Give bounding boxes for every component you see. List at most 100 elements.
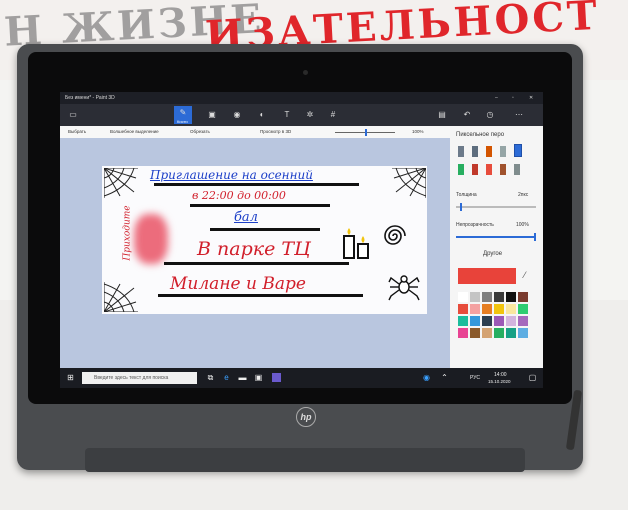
- camera-icon: [303, 70, 308, 75]
- select-button[interactable]: Выбрать: [68, 129, 86, 134]
- canvas-icon[interactable]: #: [326, 108, 340, 122]
- palette-swatch[interactable]: [482, 316, 492, 326]
- undo-icon[interactable]: ↶: [460, 108, 474, 122]
- pixel-pen-icon[interactable]: [514, 144, 522, 157]
- invitation-line-3: бал: [234, 210, 258, 225]
- palette-swatch[interactable]: [506, 328, 516, 338]
- blurred-photo: [134, 214, 168, 264]
- palette-swatch[interactable]: [506, 292, 516, 302]
- text-icon[interactable]: T: [280, 108, 294, 122]
- more-link[interactable]: Другое: [483, 251, 502, 257]
- palette-swatch[interactable]: [458, 316, 468, 326]
- more-icon[interactable]: ⋯: [512, 108, 526, 122]
- stickers-icon[interactable]: ◐: [255, 108, 269, 122]
- hp-logo: hp: [296, 407, 316, 427]
- palette-swatch[interactable]: [518, 316, 528, 326]
- volume-icon[interactable]: ⌃: [440, 373, 449, 382]
- paint3d-taskbar-icon[interactable]: [272, 373, 281, 382]
- thickness-slider[interactable]: [456, 206, 536, 208]
- crayon-icon[interactable]: [486, 164, 492, 175]
- clock-date[interactable]: 15.10.2020: [488, 379, 511, 384]
- underline-bar: [164, 262, 349, 265]
- palette-swatch[interactable]: [482, 292, 492, 302]
- underline-bar: [158, 294, 363, 297]
- invitation-line-4: В парке ТЦ: [197, 238, 311, 260]
- palette-swatch[interactable]: [470, 328, 480, 338]
- fill-icon[interactable]: [514, 164, 520, 175]
- palette-swatch[interactable]: [506, 304, 516, 314]
- palette-swatch[interactable]: [470, 304, 480, 314]
- palette-swatch[interactable]: [494, 316, 504, 326]
- current-color-swatch[interactable]: [458, 268, 516, 284]
- brush-side-panel: Пиксельное перо Толщина 2пкс Непрозрачно…: [450, 126, 543, 368]
- palette-swatch[interactable]: [482, 304, 492, 314]
- palette-swatch[interactable]: [470, 316, 480, 326]
- palette-swatch[interactable]: [518, 328, 528, 338]
- palette-swatch[interactable]: [518, 292, 528, 302]
- opacity-slider-handle[interactable]: [534, 233, 536, 241]
- palette-swatch[interactable]: [470, 292, 480, 302]
- marker-brush-icon[interactable]: [458, 146, 464, 157]
- zoom-value: 100%: [412, 129, 424, 134]
- swirl-icon: [384, 225, 406, 245]
- invitation-line-2: в 22:00 до 00:00: [192, 189, 286, 202]
- maximize-button[interactable]: ▫: [512, 95, 514, 101]
- spider-icon: [388, 275, 420, 301]
- opacity-slider[interactable]: [456, 236, 536, 238]
- menu-icon[interactable]: ▭: [66, 108, 80, 122]
- language-indicator[interactable]: РУС: [470, 375, 480, 381]
- close-button[interactable]: ✕: [529, 95, 533, 101]
- eyedropper-icon[interactable]: ⁄: [524, 270, 526, 280]
- start-icon[interactable]: ⊞: [66, 373, 75, 382]
- palette-swatch[interactable]: [458, 328, 468, 338]
- network-icon[interactable]: ◉: [422, 373, 431, 382]
- palette-swatch[interactable]: [482, 328, 492, 338]
- crop-button[interactable]: Обрезать: [190, 129, 210, 134]
- underline-bar: [190, 204, 330, 207]
- minimize-button[interactable]: –: [495, 95, 498, 101]
- palette-swatch[interactable]: [506, 316, 516, 326]
- store-icon[interactable]: ▣: [254, 373, 263, 382]
- pencil-icon[interactable]: [458, 164, 464, 175]
- 2d-shapes-icon[interactable]: ▣: [205, 108, 219, 122]
- zoom-slider-handle[interactable]: [365, 129, 367, 136]
- edge-icon[interactable]: e: [222, 373, 231, 382]
- thickness-slider-handle[interactable]: [460, 203, 462, 211]
- tablet-stand: [85, 448, 525, 472]
- 3d-shapes-icon[interactable]: ◉: [230, 108, 244, 122]
- opacity-label: Непрозрачность: [456, 222, 494, 228]
- paste-icon[interactable]: ▤: [435, 108, 449, 122]
- taskbar-search[interactable]: Введите здесь текст для поиска: [82, 372, 197, 384]
- title-bar: Без имени* - Paint 3D – ▫ ✕: [60, 92, 543, 104]
- magic-select-button[interactable]: Волшебное выделение: [110, 129, 159, 134]
- candles-icon: [343, 228, 369, 259]
- palette-swatch[interactable]: [518, 304, 528, 314]
- spider-web-icon: [104, 282, 138, 312]
- effects-icon[interactable]: ✲: [303, 108, 317, 122]
- thickness-value[interactable]: 2пкс: [518, 192, 528, 198]
- palette-swatch[interactable]: [458, 304, 468, 314]
- window-title: Без имени* - Paint 3D: [65, 95, 115, 101]
- task-view-icon[interactable]: ⧉: [206, 373, 215, 382]
- oil-brush-icon[interactable]: [486, 146, 492, 157]
- opacity-value[interactable]: 100%: [516, 222, 529, 228]
- watercolor-icon[interactable]: [500, 146, 506, 157]
- underline-bar: [210, 228, 320, 231]
- notifications-icon[interactable]: ▢: [528, 373, 537, 382]
- main-toolbar: ▭ ✎ Кисти ▣ ◉ ◐ T ✲ # ▤ ↶ ◷ ⋯: [60, 104, 543, 126]
- eraser-icon[interactable]: [472, 164, 478, 175]
- history-icon[interactable]: ◷: [483, 108, 497, 122]
- palette-swatch[interactable]: [458, 292, 468, 302]
- tablet-screen: Без имени* - Paint 3D – ▫ ✕ ▭ ✎ Кисти ▣ …: [60, 92, 543, 388]
- action-bar: Выбрать Волшебное выделение Обрезать Про…: [60, 126, 450, 138]
- palette-swatch[interactable]: [494, 328, 504, 338]
- invitation-line-5: Милане и Варе: [170, 274, 306, 294]
- invitation-card[interactable]: Приходите Приглашение на осенний в 22:00…: [102, 166, 427, 314]
- palette-swatch[interactable]: [494, 304, 504, 314]
- calligraphy-pen-icon[interactable]: [472, 146, 478, 157]
- palette-swatch[interactable]: [494, 292, 504, 302]
- view-3d-button[interactable]: Просмотр в 3D: [260, 129, 291, 134]
- spray-can-icon[interactable]: [500, 164, 506, 175]
- file-explorer-icon[interactable]: ▬: [238, 373, 247, 382]
- clock-time[interactable]: 14:00: [494, 372, 507, 378]
